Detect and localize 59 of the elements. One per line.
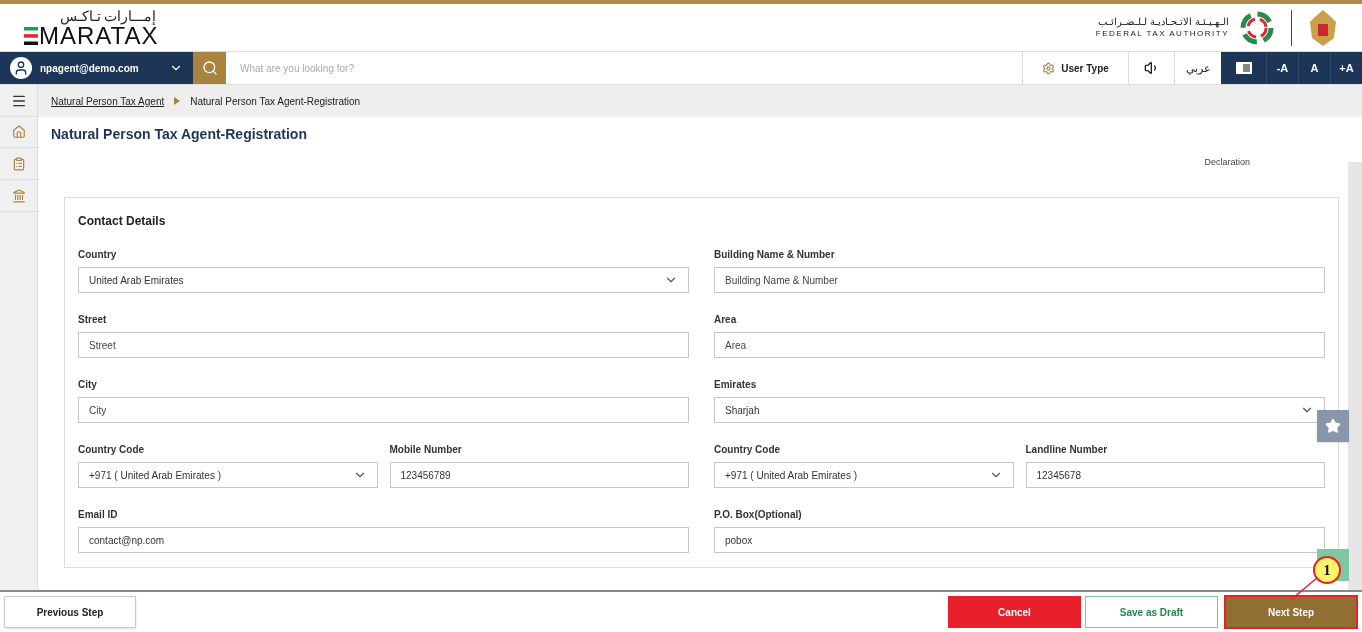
field-label: Landline Number [1025,444,1109,456]
font-size-button[interactable]: -A [1266,52,1298,84]
field-label: Emirates [714,379,758,391]
select-field[interactable]: United Arab Emirates [78,267,689,293]
field-label: Country Code [78,444,146,456]
section-title: Contact Details [78,213,167,230]
field-label: Email ID [78,509,119,521]
user-type-button[interactable]: User Type [1022,52,1128,84]
field-label: Street [78,314,108,326]
field-label: Area [714,314,738,326]
save-draft-button[interactable]: Save as Draft [1085,596,1218,628]
ring-logo-icon [1239,9,1275,46]
next-step-button[interactable]: Next Step [1224,595,1358,629]
clipboard-icon [11,156,26,171]
authority-arabic-text: الـهـيـئـة الاتـحـاديـة لـلـضـرائـب [1098,15,1229,28]
emblem-icon [1308,7,1338,48]
user-menu[interactable]: npagent@demo.com [0,52,193,84]
search-field[interactable]: What are you looking for? [226,52,1022,84]
input-field[interactable]: pobox [714,527,1325,553]
field-label: P.O. Box(Optional) [714,509,803,521]
font-size-button[interactable]: A [1298,52,1330,84]
field-label: Country Code [714,444,782,456]
breadcrumb-link[interactable]: Natural Person Tax Agent [51,93,165,109]
triangle-right-icon [174,97,181,105]
breadcrumb-current: Natural Person Tax Agent-Registration [190,94,361,109]
contrast-button[interactable] [1221,52,1266,84]
search-button[interactable] [193,52,226,84]
field-label: Country [78,249,118,261]
field-label: City [78,379,98,391]
field-label: Building Name & Number [714,249,836,261]
settings-icon [1042,61,1056,75]
home-icon [11,125,26,139]
avatar-icon [10,57,32,79]
contrast-icon [1235,62,1252,74]
select-field[interactable]: +971 ( United Arab Emirates ) [714,462,1014,488]
bank-icon [11,188,26,203]
authority-name: FEDERAL TAX AUTHORITY [1095,28,1229,40]
input-field[interactable]: 123456789 [389,462,689,488]
font-size-button[interactable]: +A [1330,52,1362,84]
input-field[interactable]: Street [78,332,689,358]
cancel-button[interactable]: Cancel [948,596,1081,628]
previous-step-button[interactable]: Previous Step [4,596,136,628]
scrollbar[interactable] [1348,162,1362,590]
flag-stripes-icon [24,26,38,45]
input-field[interactable]: Building Name & Number [714,267,1325,293]
field-label: Mobile Number [389,444,463,456]
logo-arabic-text: إمـــارات تـاكـس [59,7,157,24]
favorite-button[interactable] [1317,410,1349,442]
search-icon [201,60,218,76]
input-field[interactable]: contact@np.com [78,527,689,553]
page-title: Natural Person Tax Agent-Registration [51,126,308,142]
callout-badge: 1 [1313,556,1341,584]
input-field[interactable]: City [78,397,689,423]
select-field[interactable]: Sharjah [714,397,1325,423]
step-label: Declaration [1204,156,1250,169]
input-field[interactable]: 12345678 [1025,462,1325,488]
input-field[interactable]: Area [714,332,1325,358]
select-field[interactable]: +971 ( United Arab Emirates ) [78,462,378,488]
star-icon [1325,418,1341,434]
